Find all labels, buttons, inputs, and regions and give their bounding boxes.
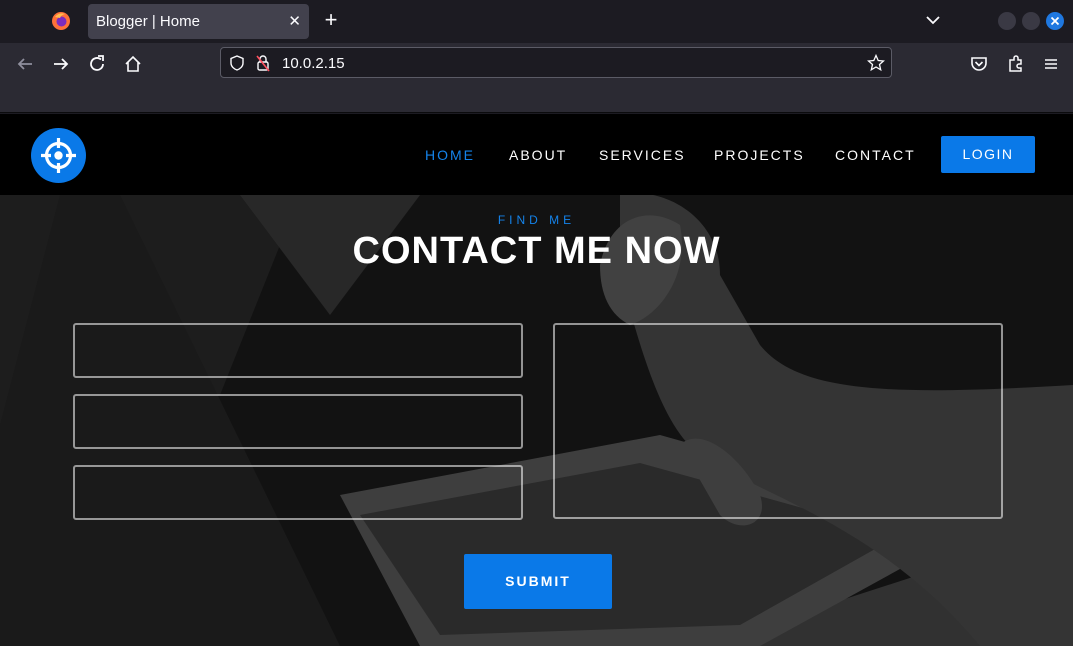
tab-close-icon[interactable]: ✕ — [288, 12, 301, 30]
message-textarea[interactable] — [553, 323, 1003, 519]
email-field[interactable] — [73, 394, 523, 449]
shield-icon[interactable] — [229, 55, 245, 71]
url-bar[interactable]: 10.0.2.15 — [220, 47, 892, 78]
nav-home-link[interactable]: HOME — [425, 147, 475, 163]
maximize-button[interactable] — [1022, 12, 1040, 30]
browser-tab-bar: Blogger | Home ✕ + — [0, 0, 1073, 43]
minimize-button[interactable] — [998, 12, 1016, 30]
new-tab-icon[interactable]: + — [321, 8, 341, 32]
section-eyebrow: FIND ME — [497, 213, 576, 227]
insecure-lock-icon[interactable] — [255, 54, 271, 72]
nav-services-link[interactable]: SERVICES — [599, 147, 686, 163]
reload-icon[interactable] — [86, 53, 108, 75]
section-heading: CONTACT ME NOW — [352, 230, 721, 272]
browser-tab[interactable]: Blogger | Home ✕ — [88, 4, 309, 39]
close-icon — [1050, 16, 1060, 26]
name-field[interactable] — [73, 323, 523, 378]
submit-button[interactable]: SUBMIT — [464, 554, 612, 609]
crosshair-logo-icon — [41, 138, 76, 173]
forward-icon[interactable] — [50, 53, 72, 75]
logo[interactable] — [31, 128, 86, 183]
bookmark-star-icon[interactable] — [867, 54, 885, 72]
browser-nav-bar: 10.0.2.15 — [0, 43, 1073, 85]
nav-contact-link[interactable]: CONTACT — [835, 147, 916, 163]
login-button[interactable]: LOGIN — [941, 136, 1035, 173]
bookmarks-toolbar — [0, 85, 1073, 113]
subject-field[interactable] — [73, 465, 523, 520]
back-icon[interactable] — [14, 53, 36, 75]
menu-icon[interactable] — [1040, 53, 1062, 75]
url-text[interactable]: 10.0.2.15 — [282, 55, 345, 72]
firefox-icon — [52, 12, 70, 30]
extensions-icon[interactable] — [1005, 53, 1027, 75]
close-window-button[interactable] — [1046, 12, 1064, 30]
nav-projects-link[interactable]: PROJECTS — [714, 147, 805, 163]
pocket-icon[interactable] — [968, 53, 990, 75]
nav-about-link[interactable]: ABOUT — [509, 147, 567, 163]
tab-title: Blogger | Home — [96, 13, 200, 30]
chevron-down-icon[interactable] — [923, 10, 943, 30]
site-header: HOME ABOUT SERVICES PROJECTS CONTACT LOG… — [0, 114, 1073, 195]
home-icon[interactable] — [122, 53, 144, 75]
web-page: HOME ABOUT SERVICES PROJECTS CONTACT LOG… — [0, 114, 1073, 646]
